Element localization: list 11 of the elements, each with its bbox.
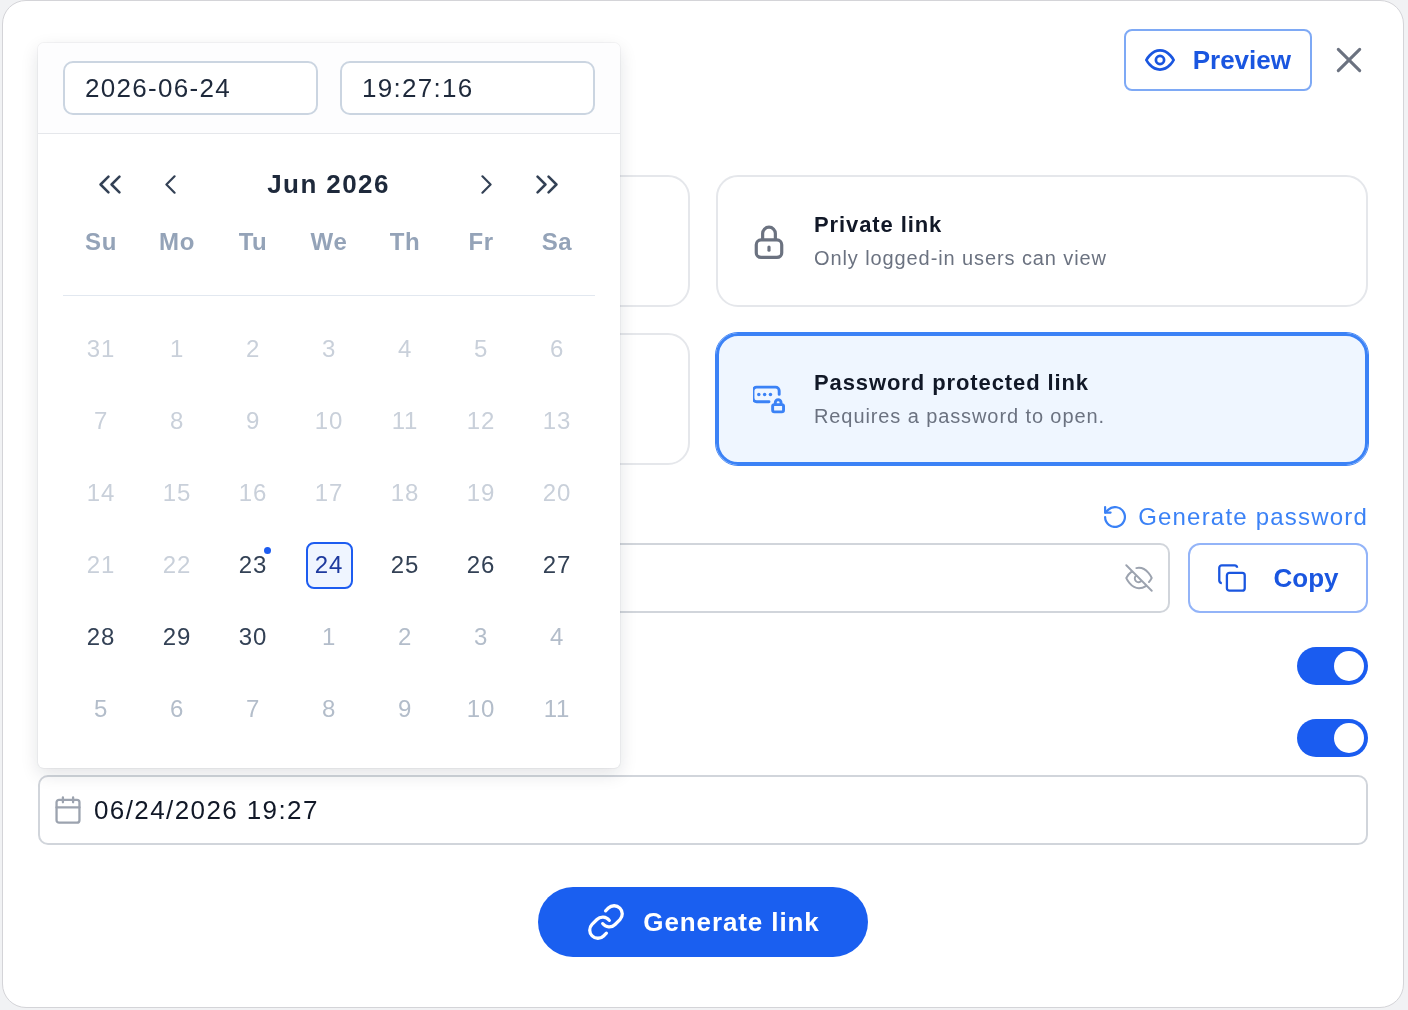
option-title: Private link (814, 210, 944, 239)
weekday-label: Fr (468, 228, 494, 256)
weekday-label: We (310, 228, 348, 256)
weekday-label: Su (85, 228, 117, 256)
weekday-label: Tu (238, 228, 268, 256)
option-description: Only logged-in users can view (814, 245, 1107, 271)
weekday-label: Sa (541, 228, 573, 256)
weekday-label: Th (389, 228, 421, 256)
weekday-label: Mo (159, 228, 195, 256)
option-description: Requires a password to open. (814, 403, 1105, 429)
option-title: Password protected link (814, 368, 1090, 397)
